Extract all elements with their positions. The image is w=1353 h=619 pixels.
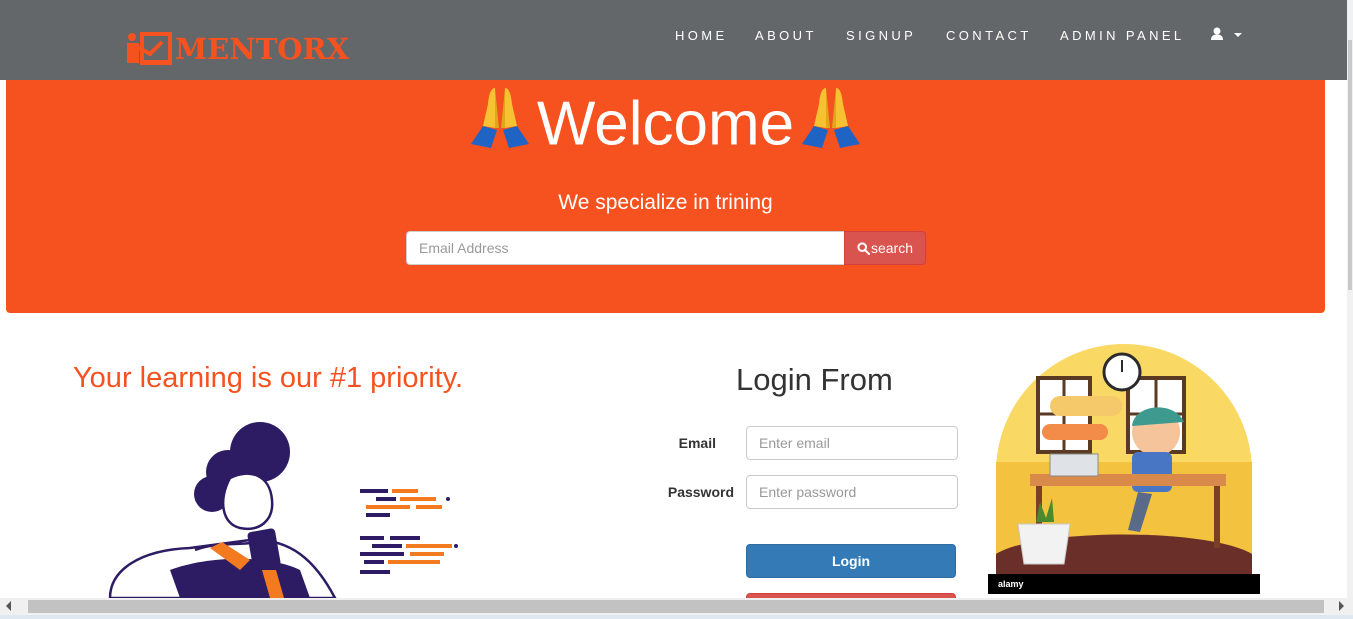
email-label: Email (678, 435, 716, 451)
nav-link-admin-panel[interactable]: ADMIN PANEL (1060, 28, 1185, 43)
nav-link-signup[interactable]: SIGNUP (846, 28, 916, 43)
vertical-scrollbar[interactable] (1347, 0, 1353, 598)
scroll-right-arrow-icon[interactable] (1339, 601, 1344, 611)
boy-studying-at-desk-illustration: alamy (988, 342, 1260, 600)
window-bottom-strip (0, 615, 1353, 619)
search-button-label: search (870, 240, 914, 256)
brand-logo[interactable]: MENTORX (126, 32, 349, 66)
user-icon (1211, 27, 1223, 40)
watermark-text: alamy (998, 579, 1024, 589)
person-with-phone-illustration (100, 420, 470, 605)
nav-link-contact[interactable]: CONTACT (946, 28, 1032, 43)
caret-down-icon (1234, 33, 1242, 37)
navbar: MENTORX HOME ABOUT SIGNUP CONTACT ADMIN … (0, 0, 1353, 80)
user-dropdown[interactable] (1210, 27, 1242, 41)
page: Welcome We specialize in trining Email A… (0, 0, 1353, 619)
scroll-left-arrow-icon[interactable] (6, 601, 11, 611)
priority-heading: Your learning is our #1 priority. (73, 362, 464, 394)
search-icon (857, 241, 870, 255)
horizontal-scrollbar[interactable] (0, 598, 1353, 615)
nav-link-home[interactable]: HOME (675, 28, 728, 43)
folded-hands-icon (465, 82, 535, 167)
nav-link-about[interactable]: ABOUT (755, 28, 817, 43)
vertical-scrollbar-thumb[interactable] (1348, 40, 1352, 290)
login-button[interactable]: Login (746, 544, 956, 578)
email-field[interactable] (746, 426, 958, 460)
login-form-title: Login From (736, 362, 893, 397)
folded-hands-icon (796, 82, 866, 167)
search-input[interactable] (406, 231, 844, 265)
search-group: search (406, 231, 926, 265)
welcome-text: Welcome (536, 89, 795, 159)
horizontal-scrollbar-thumb[interactable] (28, 600, 1324, 613)
search-button[interactable]: search (844, 231, 926, 265)
password-label: Password (667, 484, 734, 500)
hero-banner: Welcome We specialize in trining Email A… (6, 60, 1325, 313)
hero-tagline: We specialize in trining (558, 191, 773, 214)
code-lines-icon (360, 489, 458, 574)
welcome-heading: Welcome (6, 82, 1325, 167)
password-field[interactable] (746, 475, 958, 509)
brand-name: MENTORX (175, 32, 350, 66)
teacher-board-icon (127, 32, 172, 65)
